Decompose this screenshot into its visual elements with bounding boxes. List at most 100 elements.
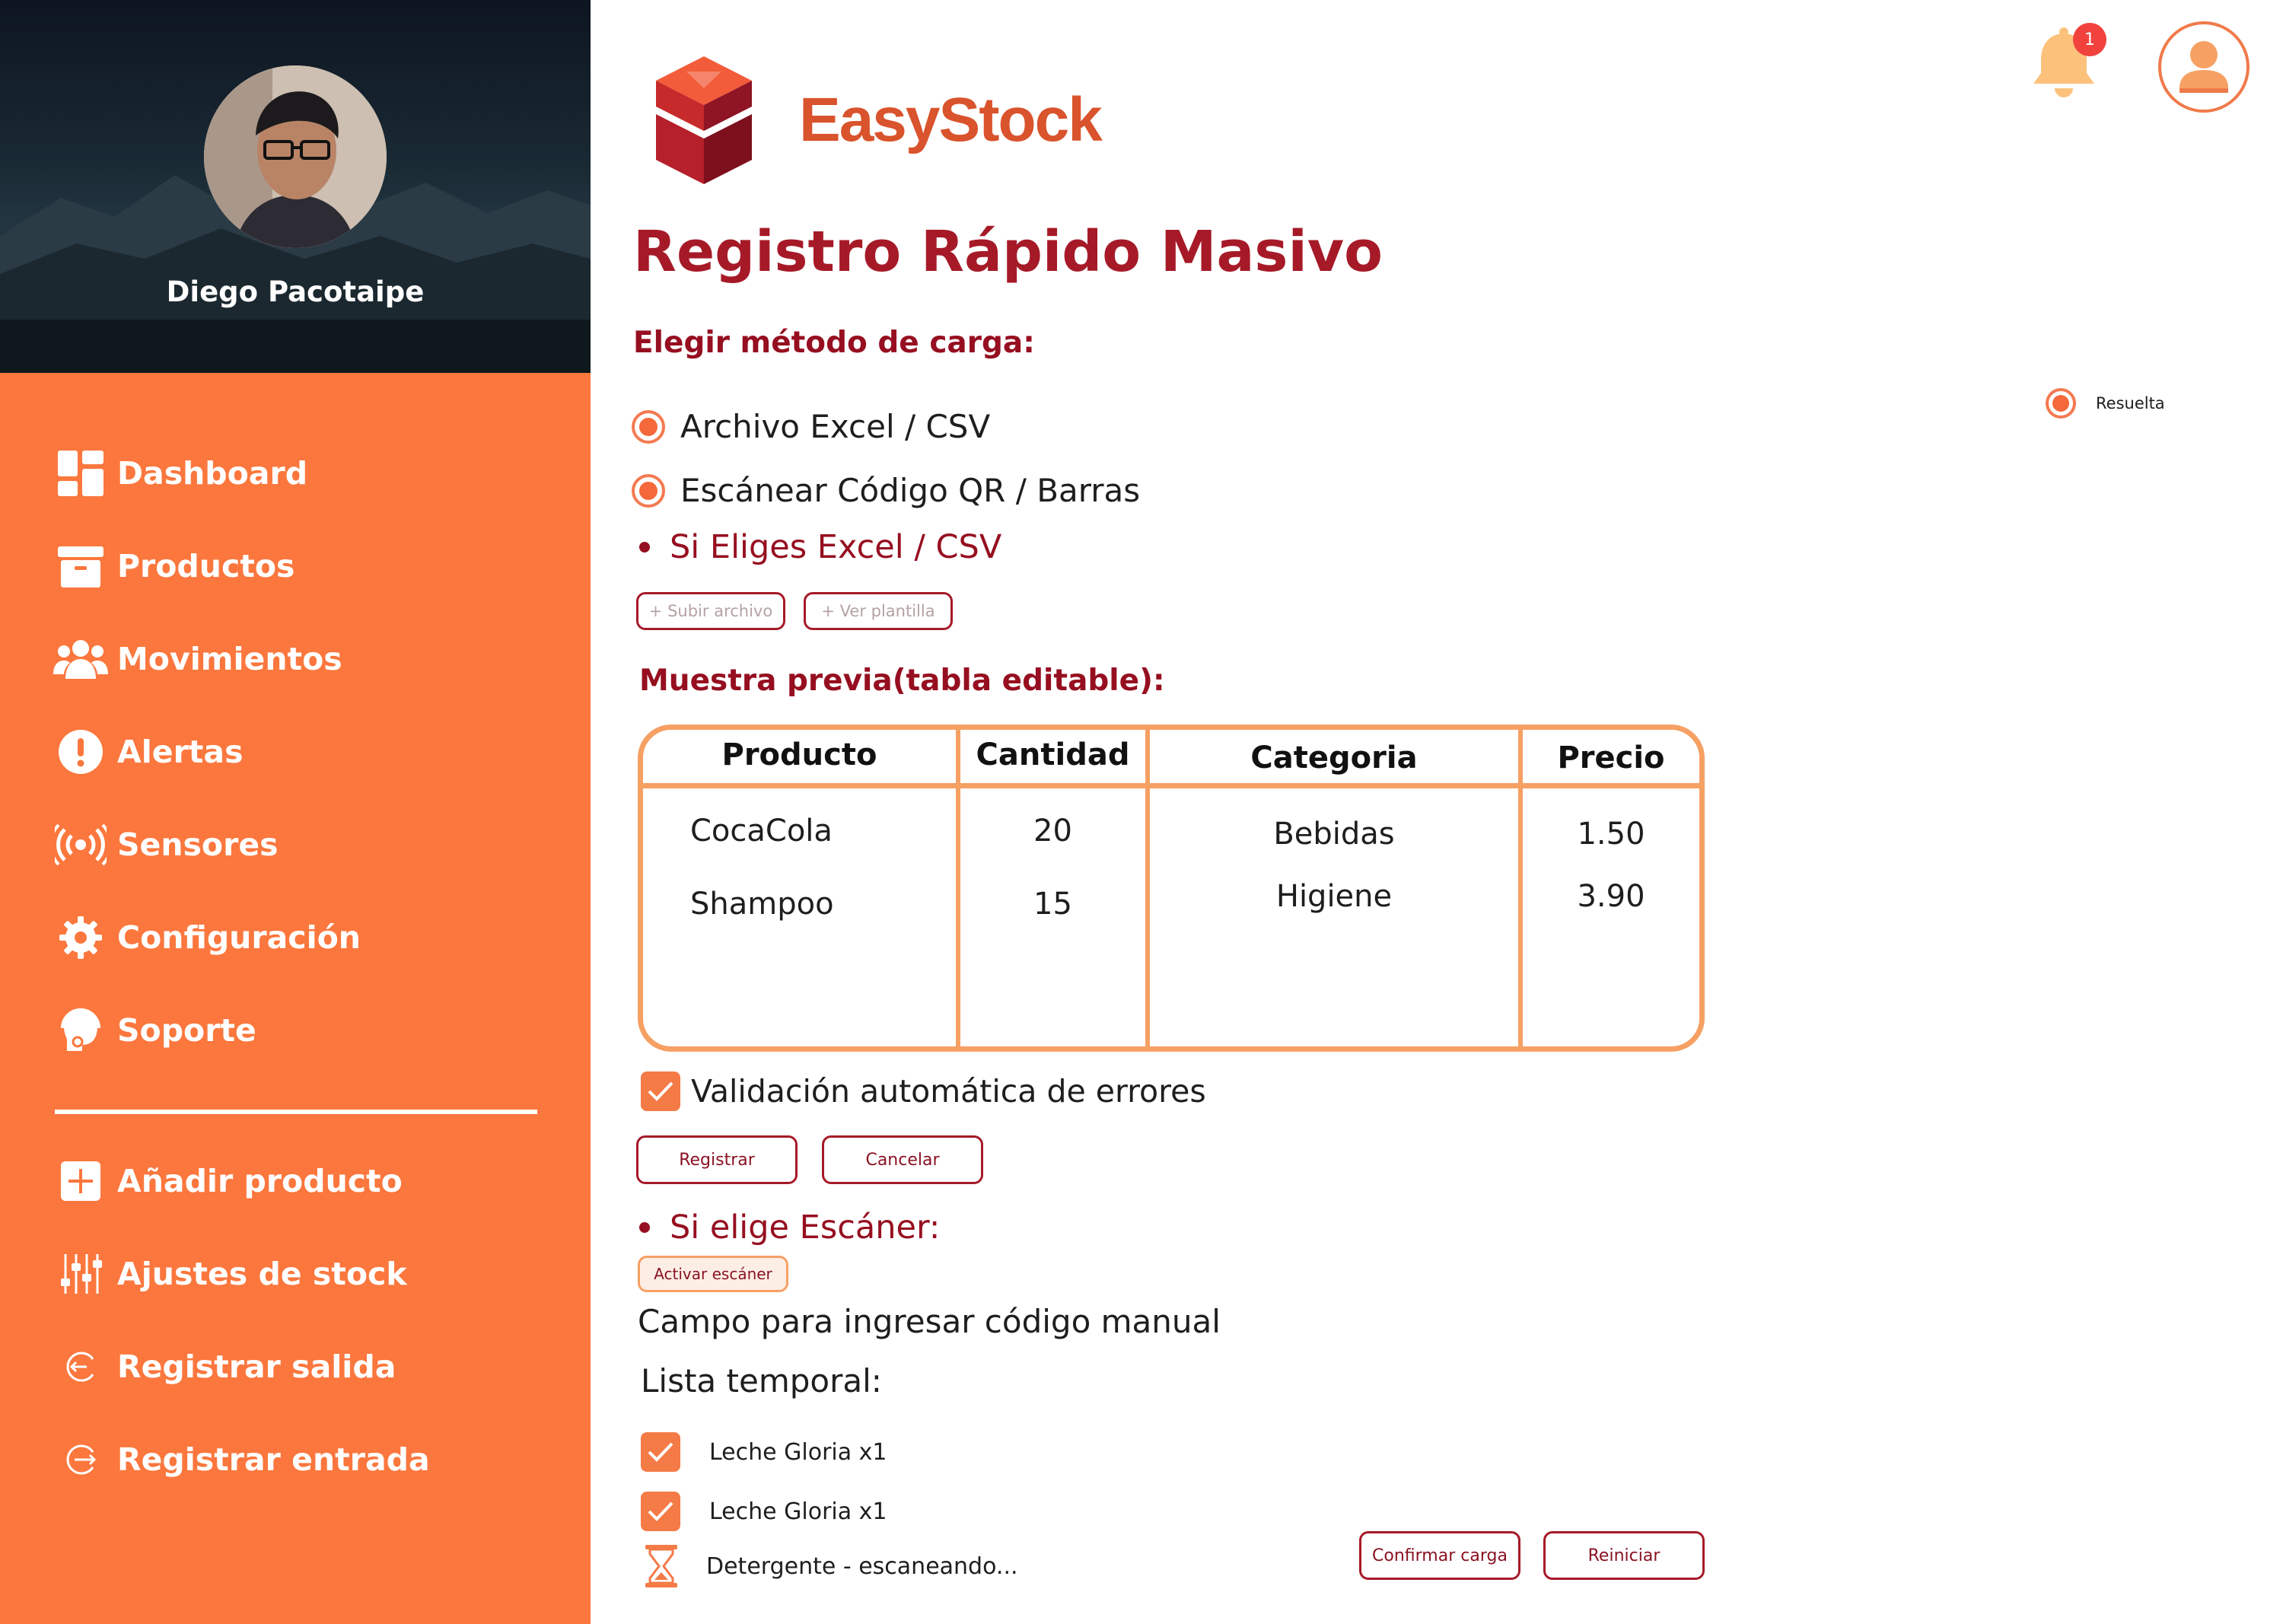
table-header-categoria: Categoria: [1250, 740, 1418, 775]
sidebar: Diego Pacotaipe Dashboard Productos Movi…: [0, 0, 591, 1624]
nav-label: Ajustes de stock: [117, 1256, 407, 1292]
sidebar-divider: [55, 1110, 537, 1114]
radio-button[interactable]: [632, 473, 665, 508]
status-label: Resuelta: [2096, 394, 2165, 412]
nav-label: Soporte: [117, 1012, 256, 1049]
sliders-icon: [53, 1247, 108, 1301]
archive-box-icon: [53, 539, 108, 594]
cancel-button[interactable]: Cancelar: [822, 1135, 983, 1184]
table-cell[interactable]: 3.90: [1523, 879, 1699, 914]
page-title: Registro Rápido Masivo: [633, 219, 1383, 285]
exit-icon: [53, 1339, 108, 1394]
scanner-heading-text: Si elige Escáner:: [670, 1208, 941, 1247]
checkbox[interactable]: [641, 1072, 680, 1111]
hourglass-icon: [645, 1545, 677, 1587]
alert-icon: [53, 724, 108, 779]
nav-label: Movimientos: [117, 641, 342, 677]
temp-list-item[interactable]: Leche Gloria x1: [641, 1492, 887, 1531]
temp-item-label: Leche Gloria x1: [709, 1438, 887, 1466]
bullet-icon: [639, 1222, 650, 1233]
nav-label: Dashboard: [117, 455, 308, 492]
brand: EasyStock: [654, 56, 1103, 184]
validation-label: Validación automática de errores: [691, 1073, 1206, 1110]
nav-label: Alertas: [117, 734, 244, 770]
table-header-cantidad: Cantidad: [976, 737, 1130, 772]
nav-alertas[interactable]: Alertas: [53, 721, 540, 782]
table-cell[interactable]: 1.50: [1523, 817, 1699, 852]
profile-header: Diego Pacotaipe: [0, 0, 591, 373]
checkbox[interactable]: [641, 1432, 680, 1472]
user-icon: [2180, 41, 2228, 93]
register-button[interactable]: Registrar: [636, 1135, 798, 1184]
nav-sensores[interactable]: Sensores: [53, 814, 540, 875]
status-resuelta[interactable]: Resuelta: [2046, 388, 2165, 419]
nav-movimientos[interactable]: Movimientos: [53, 629, 540, 689]
nav-registrar-salida[interactable]: Registrar salida: [53, 1336, 540, 1397]
plus-square-icon: [53, 1154, 108, 1208]
radio-scanner[interactable]: Escánear Código QR / Barras: [632, 472, 1140, 509]
radio-button[interactable]: [632, 409, 665, 444]
nav-productos[interactable]: Productos: [53, 536, 540, 597]
notification-badge: 1: [2073, 23, 2106, 56]
enter-icon: [53, 1432, 108, 1487]
nav-label: Sensores: [117, 826, 279, 863]
checkmark-icon: [648, 1081, 673, 1101]
excel-section-heading: Si Eliges Excel / CSV: [639, 528, 1001, 566]
checkmark-icon: [648, 1442, 673, 1462]
user-menu-button[interactable]: [2158, 21, 2250, 113]
nav-label: Registrar entrada: [117, 1441, 430, 1478]
table-cell[interactable]: 15: [960, 887, 1145, 922]
nav-label: Añadir producto: [117, 1163, 403, 1199]
checkmark-icon: [648, 1501, 673, 1521]
upload-file-button[interactable]: + Subir archivo: [636, 592, 785, 630]
nav-ajustes-stock[interactable]: Ajustes de stock: [53, 1243, 540, 1304]
dashboard-icon: [53, 446, 108, 501]
radio-button[interactable]: [2046, 388, 2076, 419]
nav-registrar-entrada[interactable]: Registrar entrada: [53, 1429, 540, 1490]
table-cell[interactable]: Higiene: [1150, 879, 1518, 914]
user-name: Diego Pacotaipe: [166, 275, 425, 308]
nav-configuracion[interactable]: Configuración: [53, 907, 540, 968]
support-icon: [53, 1003, 108, 1058]
table-cell[interactable]: Bebidas: [1150, 817, 1518, 852]
excel-heading-text: Si Eliges Excel / CSV: [670, 528, 1002, 566]
scanner-section-heading: Si elige Escáner:: [639, 1208, 940, 1247]
temp-list-item: Detergente - escaneando...: [644, 1545, 1018, 1587]
nav-soporte[interactable]: Soporte: [53, 1000, 540, 1061]
temp-item-label: Leche Gloria x1: [709, 1498, 887, 1525]
preview-table: Producto Cantidad Categoria Precio CocaC…: [638, 724, 1705, 1052]
brand-name: EasyStock: [799, 85, 1103, 154]
radio-label: Escánear Código QR / Barras: [680, 472, 1141, 509]
activate-scanner-button[interactable]: Activar escáner: [638, 1256, 788, 1292]
temp-item-label: Detergente - escaneando...: [706, 1552, 1018, 1580]
table-header-producto: Producto: [721, 737, 877, 772]
radio-label: Archivo Excel / CSV: [680, 408, 991, 445]
confirm-load-button[interactable]: Confirmar carga: [1359, 1531, 1520, 1580]
avatar[interactable]: [204, 65, 387, 248]
method-label: Elegir método de carga:: [633, 326, 1035, 360]
nav-label: Configuración: [117, 919, 361, 956]
bullet-icon: [639, 542, 650, 552]
table-cell[interactable]: Shampoo: [690, 887, 834, 922]
header-divider: [643, 783, 1699, 788]
validation-checkbox-row[interactable]: Validación automática de errores: [641, 1072, 1206, 1111]
easystock-logo-icon: [656, 56, 752, 184]
nav-label: Registrar salida: [117, 1349, 396, 1385]
reset-button[interactable]: Reiniciar: [1543, 1531, 1705, 1580]
table-cell[interactable]: 20: [960, 814, 1145, 849]
preview-label: Muestra previa(tabla editable):: [639, 664, 1165, 698]
sensor-icon: [53, 817, 108, 872]
table-cell[interactable]: CocaCola: [690, 814, 833, 849]
temp-list-item[interactable]: Leche Gloria x1: [641, 1432, 887, 1472]
nav-dashboard[interactable]: Dashboard: [53, 443, 540, 504]
checkbox[interactable]: [641, 1492, 680, 1531]
table-header-precio: Precio: [1557, 740, 1665, 775]
gear-icon: [53, 910, 108, 965]
temp-list-label: Lista temporal:: [641, 1362, 882, 1400]
manual-code-field[interactable]: Campo para ingresar código manual: [638, 1303, 1221, 1340]
users-icon: [53, 632, 108, 686]
nav-anadir-producto[interactable]: Añadir producto: [53, 1151, 540, 1212]
nav-label: Productos: [117, 548, 295, 584]
view-template-button[interactable]: + Ver plantilla: [804, 592, 953, 630]
radio-excel-csv[interactable]: Archivo Excel / CSV: [632, 408, 990, 445]
